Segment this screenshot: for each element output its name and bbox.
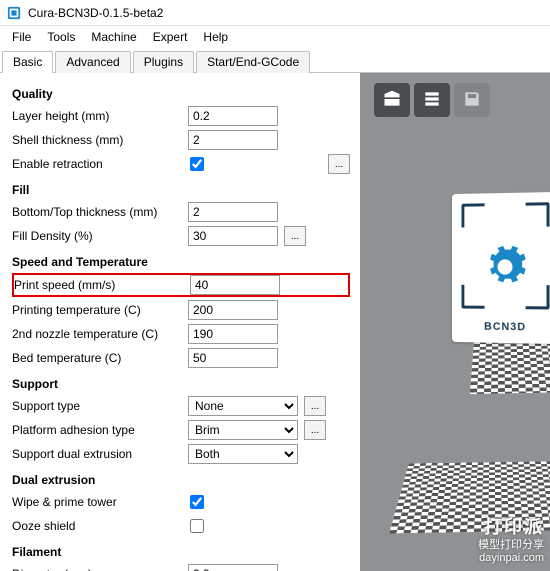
label-print-temp: Printing temperature (C)	[12, 303, 188, 317]
menu-bar: File Tools Machine Expert Help	[0, 26, 550, 48]
label-enable-retraction: Enable retraction	[12, 157, 188, 171]
fill-settings-button[interactable]: ...	[284, 226, 306, 246]
label-nozzle2-temp: 2nd nozzle temperature (C)	[12, 327, 188, 341]
label-wipe-prime: Wipe & prime tower	[12, 495, 188, 509]
select-support-dual[interactable]: Both	[188, 444, 298, 464]
menu-machine[interactable]: Machine	[83, 28, 144, 46]
open-icon	[382, 89, 402, 112]
section-fill: Fill	[12, 183, 350, 197]
save-button[interactable]	[454, 83, 490, 117]
tab-plugins[interactable]: Plugins	[133, 51, 194, 73]
settings-panel: Quality Layer height (mm) Shell thicknes…	[0, 73, 360, 571]
input-fill-density[interactable]	[188, 226, 278, 246]
label-print-speed: Print speed (mm/s)	[14, 278, 190, 292]
section-dual: Dual extrusion	[12, 473, 350, 487]
menu-help[interactable]: Help	[195, 28, 236, 46]
label-bottom-top: Bottom/Top thickness (mm)	[12, 205, 188, 219]
tab-strip: Basic Advanced Plugins Start/End-GCode	[0, 50, 550, 73]
input-shell-thickness[interactable]	[188, 130, 278, 150]
check-ooze-shield[interactable]	[190, 519, 204, 533]
label-fill-density: Fill Density (%)	[12, 229, 188, 243]
save-icon	[462, 89, 482, 112]
select-support-type[interactable]: None	[188, 396, 298, 416]
retraction-settings-button[interactable]: ...	[328, 154, 350, 174]
label-support-type: Support type	[12, 399, 188, 413]
slice-button[interactable]	[414, 83, 450, 117]
check-wipe-prime[interactable]	[190, 495, 204, 509]
menu-expert[interactable]: Expert	[145, 28, 196, 46]
input-bed-temp[interactable]	[188, 348, 278, 368]
menu-file[interactable]: File	[4, 28, 39, 46]
adhesion-settings-button[interactable]: ...	[304, 420, 326, 440]
watermark: 打印派 模型打印分享 dayinpai.com	[478, 517, 544, 565]
check-enable-retraction[interactable]	[190, 157, 204, 171]
select-platform-adh[interactable]: Brim	[188, 420, 298, 440]
section-filament: Filament	[12, 545, 350, 559]
logo-card: BCN3D	[452, 192, 550, 344]
viewport-3d[interactable]: BCN3D 打印派 模型打印分享 dayinpai.com	[360, 73, 550, 571]
label-ooze-shield: Ooze shield	[12, 519, 188, 533]
label-shell-thickness: Shell thickness (mm)	[12, 133, 188, 147]
input-print-speed[interactable]	[190, 275, 280, 295]
input-print-temp[interactable]	[188, 300, 278, 320]
menu-tools[interactable]: Tools	[39, 28, 83, 46]
label-diameter: Diameter (mm)	[12, 567, 188, 571]
tab-gcode[interactable]: Start/End-GCode	[196, 51, 310, 73]
section-quality: Quality	[12, 87, 350, 101]
section-speed-temp: Speed and Temperature	[12, 255, 350, 269]
tab-advanced[interactable]: Advanced	[55, 51, 130, 73]
layers-icon	[422, 89, 442, 112]
input-nozzle2-temp[interactable]	[188, 324, 278, 344]
load-model-button[interactable]	[374, 83, 410, 117]
label-support-dual: Support dual extrusion	[12, 447, 188, 461]
logo-text: BCN3D	[484, 321, 526, 334]
support-settings-button[interactable]: ...	[304, 396, 326, 416]
label-layer-height: Layer height (mm)	[12, 109, 188, 123]
label-bed-temp: Bed temperature (C)	[12, 351, 188, 365]
window-title: Cura-BCN3D-0.1.5-beta2	[28, 6, 163, 20]
title-bar: Cura-BCN3D-0.1.5-beta2	[0, 0, 550, 26]
input-bottom-top[interactable]	[188, 202, 278, 222]
input-layer-height[interactable]	[188, 106, 278, 126]
tab-basic[interactable]: Basic	[2, 51, 53, 73]
label-platform-adh: Platform adhesion type	[12, 423, 188, 437]
section-support: Support	[12, 377, 350, 391]
viewport-toolbar	[374, 83, 490, 117]
app-icon	[6, 5, 22, 21]
